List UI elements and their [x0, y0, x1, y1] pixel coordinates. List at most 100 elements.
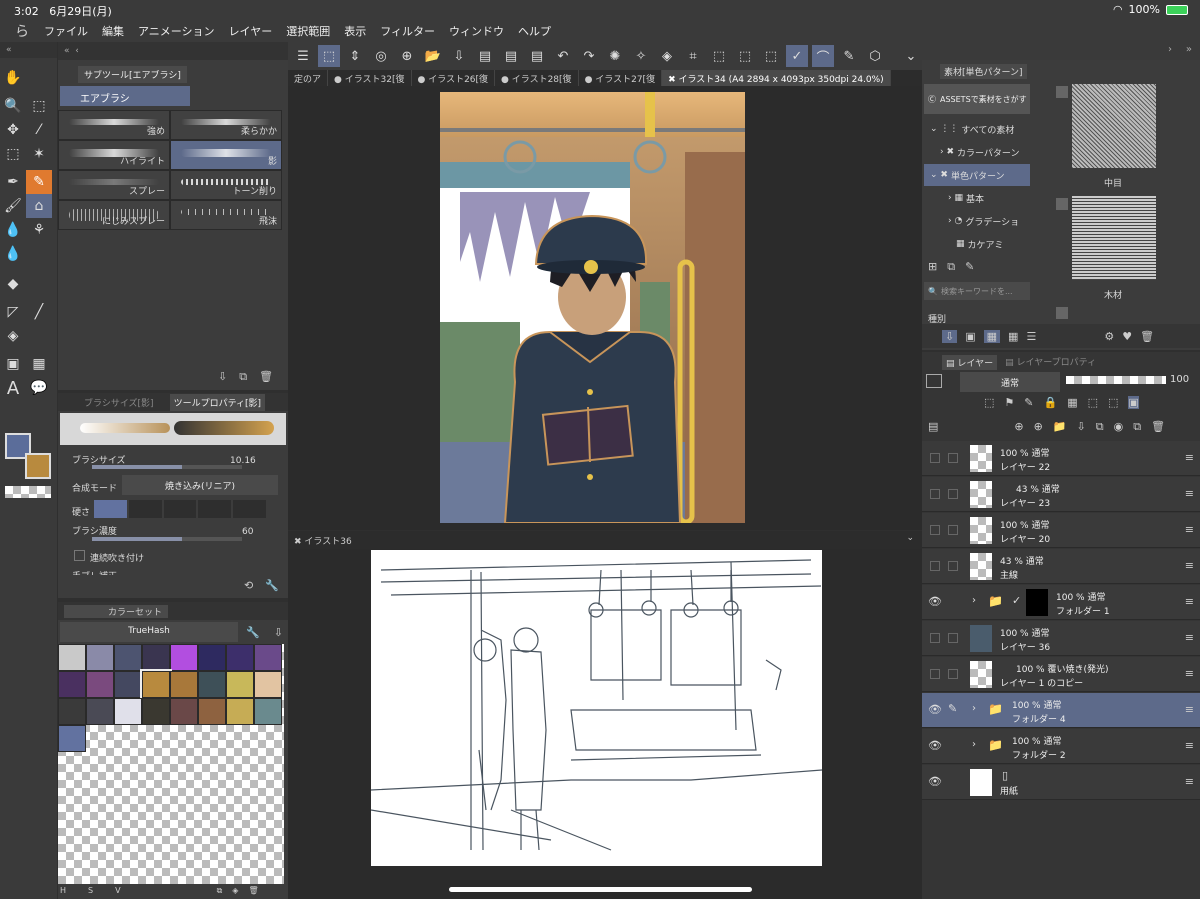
right-double-collapse-icon[interactable]: » — [1186, 44, 1192, 55]
auto-select-tool-icon[interactable]: ✶ — [26, 142, 52, 166]
visibility-eye-icon[interactable]: 👁 — [928, 775, 942, 788]
color-swatch[interactable] — [58, 698, 86, 725]
layer-row-layer23[interactable]: 43 % 通常 レイヤー 23 ≡ — [922, 477, 1200, 512]
colorset-import-icon[interactable]: ⇩ — [274, 626, 283, 639]
menu-filter[interactable]: フィルター — [380, 23, 435, 39]
material-view-thumb-icon[interactable]: ▣ — [965, 330, 975, 343]
colorset-add-icon[interactable]: ⧉ — [217, 886, 223, 896]
colorset-tab[interactable]: カラーセット — [64, 604, 169, 618]
color-swatch[interactable] — [254, 671, 282, 698]
color-swatch[interactable] — [142, 644, 170, 671]
undo-icon[interactable]: ↶ — [552, 45, 574, 67]
layer-row-menu-icon[interactable]: ≡ — [1185, 703, 1194, 716]
merge-layer-icon[interactable]: ⧉ — [1096, 420, 1104, 434]
layer-row-menu-icon[interactable]: ≡ — [1185, 451, 1194, 464]
folder-expand-icon[interactable]: › — [972, 739, 976, 750]
material-add-folder-icon[interactable]: ⊞ — [928, 260, 937, 274]
subtool-copy-icon[interactable]: ⧉ — [239, 370, 247, 384]
menu-edit[interactable]: 編集 — [102, 23, 124, 39]
layer-row-folder4[interactable]: 👁 ✎ › 📁 100 % 通常 フォルダー 4 ≡ — [922, 693, 1200, 728]
layer-color-icon[interactable] — [926, 374, 942, 388]
layer-edit-checkbox[interactable] — [948, 669, 958, 679]
opacity-value[interactable]: 100 — [1170, 374, 1189, 385]
layer-tab[interactable]: ▤ レイヤー — [942, 355, 998, 370]
color-swatch[interactable] — [226, 644, 254, 671]
crop-icon[interactable]: ⌗ — [682, 45, 704, 67]
canvas-main[interactable] — [288, 86, 922, 530]
colorset-wrench-icon[interactable]: 🔧 — [246, 626, 260, 639]
material-thumb-2-checkbox[interactable] — [1056, 198, 1068, 210]
layer-property-tab[interactable]: ▤ レイヤープロパティ — [1005, 355, 1096, 370]
color-swatch[interactable] — [226, 671, 254, 698]
layer-row-menu-icon[interactable]: ≡ — [1185, 667, 1194, 680]
right-collapse-icon[interactable]: › — [1168, 44, 1172, 55]
color-swatch[interactable] — [198, 698, 226, 725]
subtool-tab[interactable]: サブツール[エアブラシ] — [78, 66, 187, 83]
menu-layer[interactable]: レイヤー — [229, 23, 273, 39]
new-folder-icon[interactable]: 📁 — [1053, 420, 1067, 434]
layer-row-lineart[interactable]: 43 % 通常 主線 ≡ — [922, 549, 1200, 584]
colorset-fill-icon[interactable]: ◈ — [232, 886, 238, 896]
layer-visibility-checkbox[interactable] — [930, 489, 940, 499]
layer-edit-checkbox[interactable] — [948, 633, 958, 643]
subtool-add-icon[interactable]: ⇩ — [218, 370, 227, 384]
3d-icon[interactable]: ⬡ — [864, 45, 886, 67]
colorset-select[interactable]: TrueHash — [60, 622, 238, 642]
layer-draft-icon[interactable]: ✎ — [1024, 396, 1033, 409]
loading-icon[interactable]: ✺ — [604, 45, 626, 67]
layer-visibility-checkbox[interactable] — [930, 633, 940, 643]
menu-file[interactable]: ファイル — [44, 23, 88, 39]
transparent-color-swatch[interactable] — [5, 486, 51, 498]
doc-tab-0[interactable]: 定のア — [288, 70, 329, 86]
ruler-snap-icon[interactable]: ⌒ — [812, 45, 834, 67]
invert-selection-icon[interactable]: ⬚ — [734, 45, 756, 67]
new-raster-layer-icon[interactable]: ⊕ — [1014, 420, 1023, 434]
transfer-layer-icon[interactable]: ⇩ — [1077, 420, 1086, 434]
layer-row-menu-icon[interactable]: ≡ — [1185, 775, 1194, 788]
hsv-s-label[interactable]: S — [88, 886, 93, 896]
material-favorite-icon[interactable]: ♥ — [1122, 330, 1132, 343]
layer-visibility-checkbox[interactable] — [930, 669, 940, 679]
brush-strong[interactable]: 強め — [58, 110, 170, 140]
tree-basic[interactable]: › ▦ 基本 — [924, 187, 1030, 209]
tool-property-tab[interactable]: ツールプロパティ[影] — [169, 393, 266, 411]
layer-row-layer20[interactable]: 100 % 通常 レイヤー 20 ≡ — [922, 513, 1200, 548]
doc-tab-active[interactable]: ✖ イラスト34 (A4 2894 x 4093px 350dpi 24.0%) — [662, 70, 891, 86]
brush-splash[interactable]: 飛沫 — [170, 200, 282, 230]
layer-edit-checkbox[interactable] — [948, 525, 958, 535]
layer-row-menu-icon[interactable]: ≡ — [1185, 739, 1194, 752]
material-settings-icon[interactable]: ⚙ — [1104, 330, 1114, 343]
color-swatch[interactable] — [86, 644, 114, 671]
brush-soft[interactable]: 柔らかか — [170, 110, 282, 140]
layer-row-folder1[interactable]: 👁 › 📁 ✓ 100 % 通常 フォルダー 1 ≡ — [922, 585, 1200, 620]
doc-tab-4[interactable]: ● イラスト27[復 — [579, 70, 663, 86]
text-tool-icon[interactable]: A — [0, 376, 26, 400]
brush-size-tab[interactable]: ブラシサイズ[影] — [64, 396, 154, 409]
selection-tool-icon[interactable]: ⬚ — [0, 142, 26, 166]
zoom-tool-icon[interactable]: 🔍 — [0, 94, 26, 118]
layer-reference-icon[interactable]: ⚑ — [1004, 396, 1014, 409]
blend-tool-icon[interactable]: 💧 — [0, 218, 26, 242]
layer-color-mode-icon[interactable]: ▣ — [1128, 396, 1139, 409]
menu-view[interactable]: 表示 — [344, 23, 366, 39]
layer-row-menu-icon[interactable]: ≡ — [1185, 559, 1194, 572]
material-tab[interactable]: 素材[単色パターン] — [940, 64, 1027, 79]
object-tool-icon[interactable]: ⬚ — [26, 94, 52, 118]
second-doc-expand-icon[interactable]: ⌄ — [906, 533, 914, 543]
reset-icon[interactable]: ⟲ — [244, 579, 253, 592]
tree-kakeami[interactable]: ▦ カケアミ — [924, 233, 1030, 255]
pen-tool-icon[interactable]: ✒ — [0, 170, 26, 194]
delete-layer-icon[interactable]: 🗑 — [1151, 420, 1165, 434]
layer-lock-transparency-icon[interactable]: ▦ — [1067, 396, 1077, 409]
menu-window[interactable]: ウィンドウ — [449, 23, 504, 39]
layer-row-menu-icon[interactable]: ≡ — [1185, 595, 1194, 608]
color-swatch[interactable] — [170, 671, 198, 698]
color-swatch[interactable] — [58, 671, 86, 698]
settings-wrench-icon[interactable]: 🔧 — [265, 579, 279, 592]
material-copy-icon[interactable]: ⧉ — [947, 260, 955, 274]
layer-edit-checkbox[interactable] — [948, 561, 958, 571]
layer-row-menu-icon[interactable]: ≡ — [1185, 631, 1194, 644]
color-swatch[interactable] — [226, 698, 254, 725]
material-delete-icon[interactable]: 🗑 — [1140, 330, 1154, 343]
color-swatch[interactable] — [198, 644, 226, 671]
